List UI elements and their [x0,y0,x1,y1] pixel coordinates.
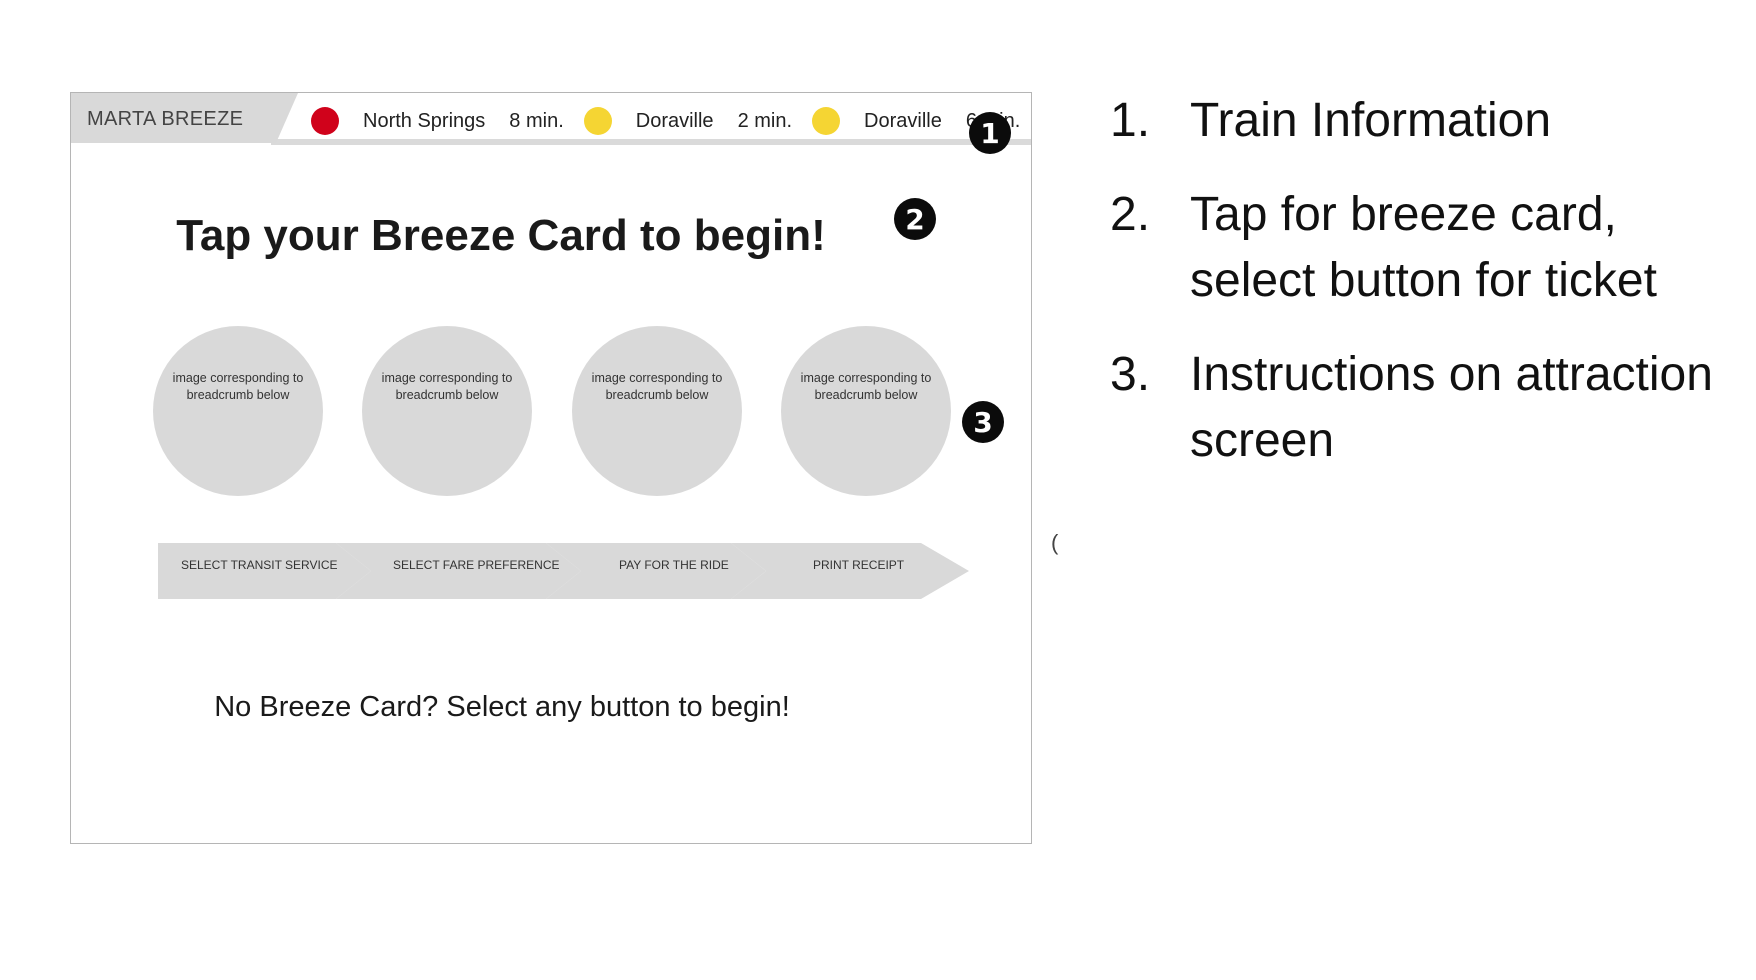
yellow-line-dot-icon [812,107,841,135]
train-info-bar: MARTA BREEZE North Springs 8 min. Doravi… [71,93,1031,145]
train-arrival: North Springs 8 min. [311,107,564,135]
placeholder-text: image corresponding to breadcrumb below [800,371,932,402]
annotation-list: 1. Train Information 2. Tap for breeze c… [1110,88,1750,502]
placeholder-text: image corresponding to breadcrumb below [591,371,723,402]
red-line-dot-icon [311,107,339,135]
stray-mark: ( [1051,530,1059,555]
train-station: Doraville [635,109,714,132]
marker-badge: 2 [894,198,936,240]
train-station: North Springs [363,109,486,132]
marker-badge: 3 [962,401,1004,443]
annotation-item: 3. Instructions on attraction screen [1110,342,1750,474]
kiosk-screen: MARTA BREEZE North Springs 8 min. Doravi… [70,92,1032,844]
breadcrumb-label: SELECT FARE PREFERENCE [393,558,560,572]
annotation-number: 2. [1110,188,1151,241]
annotation-text: Tap for breeze card, select button for t… [1190,188,1657,307]
placeholder-text: image corresponding to breadcrumb below [172,371,304,402]
breadcrumb-label: PRINT RECEIPT [813,558,905,572]
annotation-text: Instructions on attraction screen [1190,348,1713,467]
train-eta: 2 min. [737,109,793,132]
step-image-placeholder[interactable]: image corresponding to breadcrumb below [572,326,742,496]
step-image-placeholder[interactable]: image corresponding to breadcrumb below [781,326,951,496]
no-card-instructions: No Breeze Card? Select any button to beg… [214,691,790,723]
train-eta: 8 min. [509,109,564,132]
train-ticker: North Springs 8 min. Doraville 2 min. Do… [291,101,1031,141]
annotation-number: 3. [1110,348,1151,401]
step-image-placeholder[interactable]: image corresponding to breadcrumb below [362,326,532,496]
annotation-item: 1. Train Information [1110,88,1750,154]
breadcrumb-label: SELECT TRANSIT SERVICE [181,558,338,572]
headline: Tap your Breeze Card to begin! [176,211,826,260]
breadcrumb-label: PAY FOR THE RIDE [619,558,729,572]
brand-label: MARTA BREEZE [71,93,276,143]
placeholder-text: image corresponding to breadcrumb below [381,371,513,402]
train-arrival: Doraville 2 min. [583,107,793,135]
annotation-number: 1. [1110,94,1151,147]
yellow-line-dot-icon [583,107,612,135]
train-station: Doraville [864,109,942,132]
marker-badge: 1 [969,112,1011,154]
step-image-placeholder[interactable]: image corresponding to breadcrumb below [153,326,323,496]
annotation-item: 2. Tap for breeze card, select button fo… [1110,182,1750,314]
annotation-text: Train Information [1190,94,1552,147]
